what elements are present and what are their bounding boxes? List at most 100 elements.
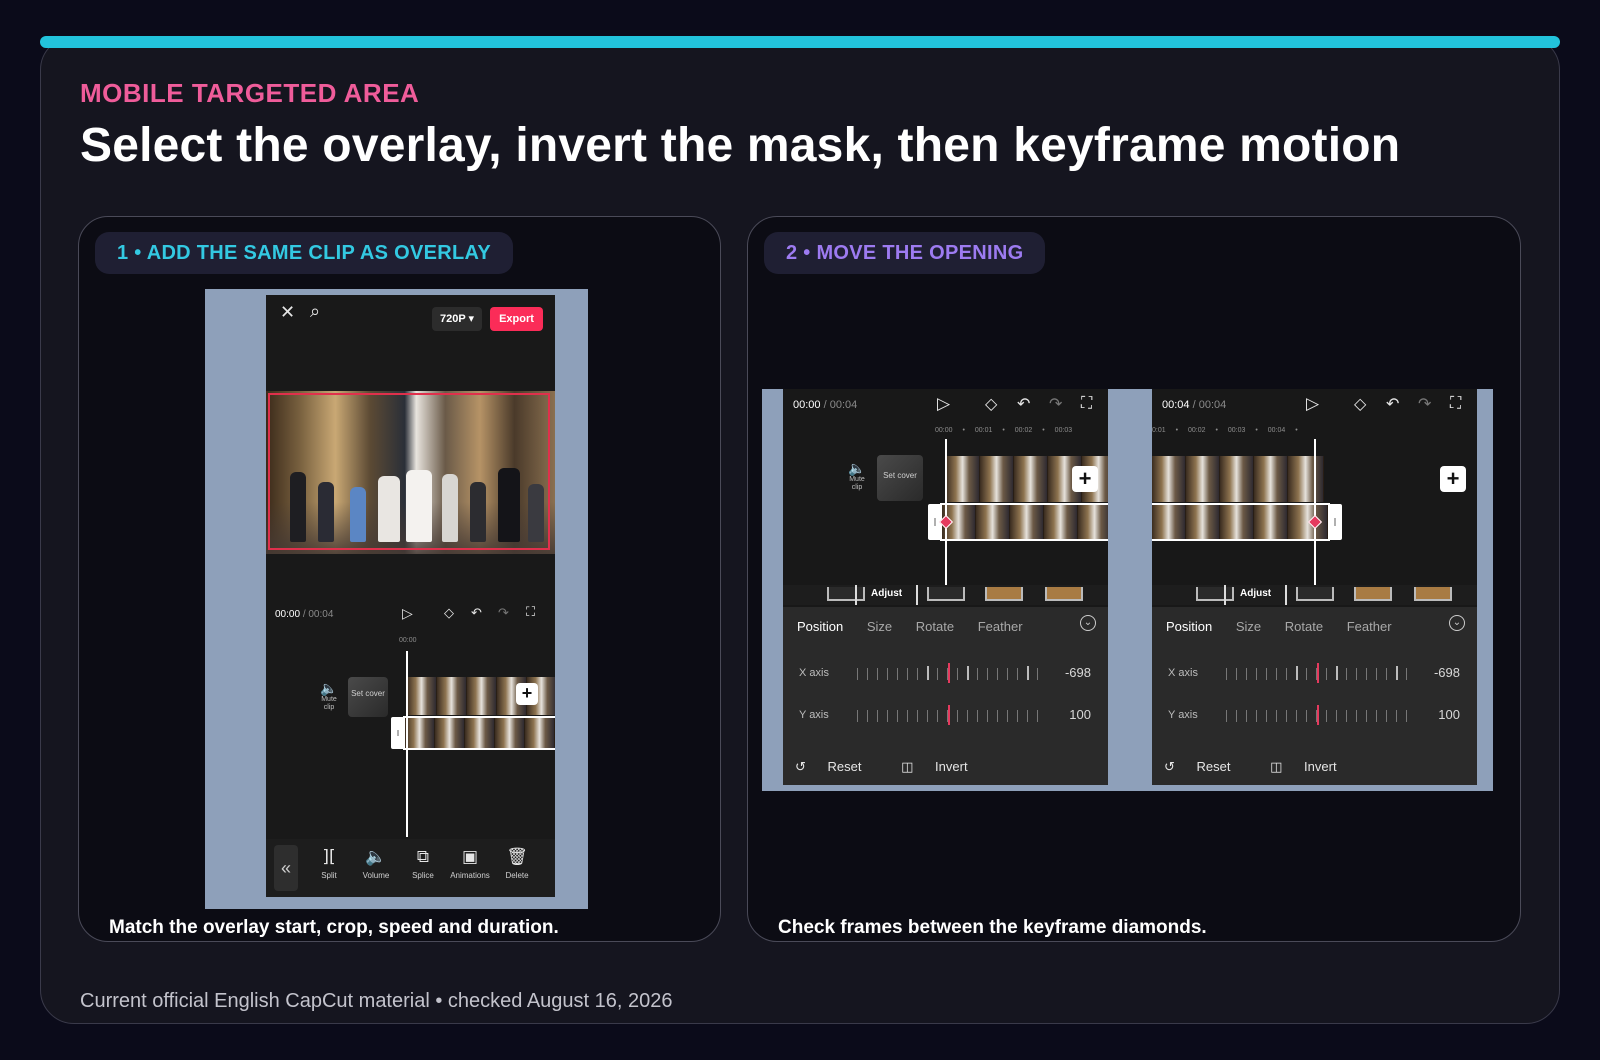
step1-label: 1 • ADD THE SAME CLIP AS OVERLAY xyxy=(95,232,514,274)
tab-feather[interactable]: Feather xyxy=(1347,619,1392,634)
y-axis-row: Y axis 100 xyxy=(1168,705,1460,727)
tool-thumb[interactable] xyxy=(1045,587,1083,601)
tool-thumb[interactable] xyxy=(985,587,1023,601)
export-button[interactable]: Export xyxy=(490,307,543,331)
time-total: / 00:04 xyxy=(823,399,858,411)
overlay-clip-track[interactable] xyxy=(403,716,555,750)
splice-icon: ⧉ xyxy=(416,847,430,867)
undo-icon[interactable]: ↶ xyxy=(1386,396,1399,412)
set-cover-button[interactable]: Set cover xyxy=(348,677,388,717)
mask-actions: ↺ Reset ◫ Invert xyxy=(795,759,1004,775)
mask-tabs: Position Size Rotate Feather xyxy=(1166,619,1412,634)
animations-button[interactable]: ▣ Animations xyxy=(446,847,494,880)
x-axis-value: -698 xyxy=(1433,665,1460,680)
y-axis-slider[interactable] xyxy=(1226,705,1416,725)
tool-thumb[interactable] xyxy=(1414,587,1452,601)
overlay-clip-track[interactable] xyxy=(940,503,1108,541)
tab-rotate[interactable]: Rotate xyxy=(916,619,954,634)
x-axis-row: X axis -698 xyxy=(1168,663,1460,685)
overlay-clip-track[interactable] xyxy=(1152,503,1330,541)
redo-icon[interactable]: ↷ xyxy=(1418,396,1431,412)
adjust-tab[interactable]: Adjust xyxy=(1224,585,1288,605)
tab-position[interactable]: Position xyxy=(797,619,843,634)
add-clip-button[interactable]: + xyxy=(516,683,538,705)
playhead[interactable] xyxy=(406,651,408,837)
play-icon[interactable]: ▷ xyxy=(1306,396,1319,413)
tab-size[interactable]: Size xyxy=(1236,619,1261,634)
splice-button[interactable]: ⧉ Splice xyxy=(399,847,447,880)
page-title: Select the overlay, invert the mask, the… xyxy=(80,119,1401,172)
x-axis-row: X axis -698 xyxy=(799,663,1091,685)
overlay-trim-handle[interactable] xyxy=(391,717,405,749)
time-current: 00:00 xyxy=(275,609,301,620)
time-display: 00:00 / 00:04 xyxy=(275,609,333,620)
tool-thumb[interactable] xyxy=(1296,587,1334,601)
fullscreen-icon[interactable]: ⛶ xyxy=(526,606,535,619)
invert-button[interactable]: ◫ Invert xyxy=(1270,759,1354,774)
tab-rotate[interactable]: Rotate xyxy=(1285,619,1323,634)
delete-button[interactable]: 🗑 Delete xyxy=(493,847,541,880)
fullscreen-icon[interactable]: ⛶ xyxy=(1081,395,1092,411)
mute-label: Mute clip xyxy=(321,696,337,712)
tool-label: Splice xyxy=(412,871,434,880)
playhead[interactable] xyxy=(945,439,947,585)
keyframe-icon[interactable]: ◇ xyxy=(985,396,997,412)
step2-screenshot: 00:00 / 00:04 ▷ ◇ ↶ ↷ ⛶ 00:00 • 00:01 • … xyxy=(762,389,1493,791)
tool-thumb[interactable] xyxy=(1354,587,1392,601)
resolution-dropdown[interactable]: 720P ▾ xyxy=(432,307,483,331)
speaker-icon: 🔈 xyxy=(320,680,338,696)
footer-note: Current official English CapCut material… xyxy=(80,990,673,1012)
collapse-icon[interactable]: ⌄ xyxy=(1449,615,1465,631)
tab-size[interactable]: Size xyxy=(867,619,892,634)
redo-icon[interactable]: ↷ xyxy=(1049,396,1062,412)
add-clip-button[interactable]: + xyxy=(1440,466,1466,492)
reset-button[interactable]: ↺ Reset xyxy=(795,759,880,774)
y-axis-value: 100 xyxy=(1438,707,1460,722)
search-icon[interactable]: ⌕ xyxy=(310,303,320,321)
adjust-tab[interactable]: Adjust xyxy=(855,585,919,605)
reset-button[interactable]: ↺ Reset xyxy=(1164,759,1249,774)
crop-frame[interactable] xyxy=(268,393,550,550)
x-axis-slider[interactable] xyxy=(857,663,1047,683)
tool-thumb[interactable] xyxy=(927,587,965,601)
collapse-icon[interactable]: ⌄ xyxy=(1080,615,1096,631)
set-cover-button[interactable]: Set cover xyxy=(877,455,923,501)
keyframe-icon[interactable]: ◇ xyxy=(1354,396,1366,412)
undo-icon[interactable]: ↶ xyxy=(471,607,482,620)
phone-screen: ✕ ⌕ 720P ▾ Export 00:00 / 00:04 ▷ ◇ ↶ ↷ … xyxy=(266,295,555,897)
play-icon[interactable]: ▷ xyxy=(937,396,950,413)
y-axis-value: 100 xyxy=(1069,707,1091,722)
overlay-trim-handle[interactable] xyxy=(1328,504,1342,540)
main-clip-track[interactable] xyxy=(1152,456,1324,502)
y-axis-label: Y axis xyxy=(1168,709,1198,721)
split-button[interactable]: ][ Split xyxy=(305,847,353,880)
time-current: 00:04 xyxy=(1162,399,1190,411)
tab-feather[interactable]: Feather xyxy=(978,619,1023,634)
invert-button[interactable]: ◫ Invert xyxy=(901,759,985,774)
mask-panel: Position Size Rotate Feather ⌄ X axis -6… xyxy=(1152,607,1477,785)
tool-label: Split xyxy=(321,871,337,880)
x-axis-label: X axis xyxy=(799,667,829,679)
playhead[interactable] xyxy=(1314,439,1316,585)
mute-clip-button[interactable]: 🔈 Mute clip xyxy=(845,460,869,492)
mute-clip-button[interactable]: 🔈 Mute clip xyxy=(318,680,340,712)
playback-bar: 00:00 / 00:04 ▷ ◇ ↶ ↷ ⛶ xyxy=(266,601,555,629)
redo-icon[interactable]: ↷ xyxy=(498,607,509,620)
back-button[interactable]: « xyxy=(274,845,298,891)
y-axis-slider[interactable] xyxy=(857,705,1047,725)
add-clip-button[interactable]: + xyxy=(1072,466,1098,492)
x-axis-slider[interactable] xyxy=(1226,663,1416,683)
reset-label: Reset xyxy=(827,759,862,774)
video-preview[interactable] xyxy=(266,391,555,554)
invert-icon: ◫ xyxy=(901,759,914,774)
keyframe-icon[interactable]: ◇ xyxy=(444,607,454,620)
phone-top-bar: ✕ ⌕ 720P ▾ Export xyxy=(266,295,555,335)
volume-button[interactable]: 🔈 Volume xyxy=(352,847,400,880)
undo-icon[interactable]: ↶ xyxy=(1017,396,1030,412)
play-icon[interactable]: ▷ xyxy=(402,607,413,621)
invert-label: Invert xyxy=(935,759,968,774)
animations-icon: ▣ xyxy=(461,847,479,867)
close-icon[interactable]: ✕ xyxy=(280,304,295,322)
fullscreen-icon[interactable]: ⛶ xyxy=(1450,395,1461,411)
tab-position[interactable]: Position xyxy=(1166,619,1212,634)
